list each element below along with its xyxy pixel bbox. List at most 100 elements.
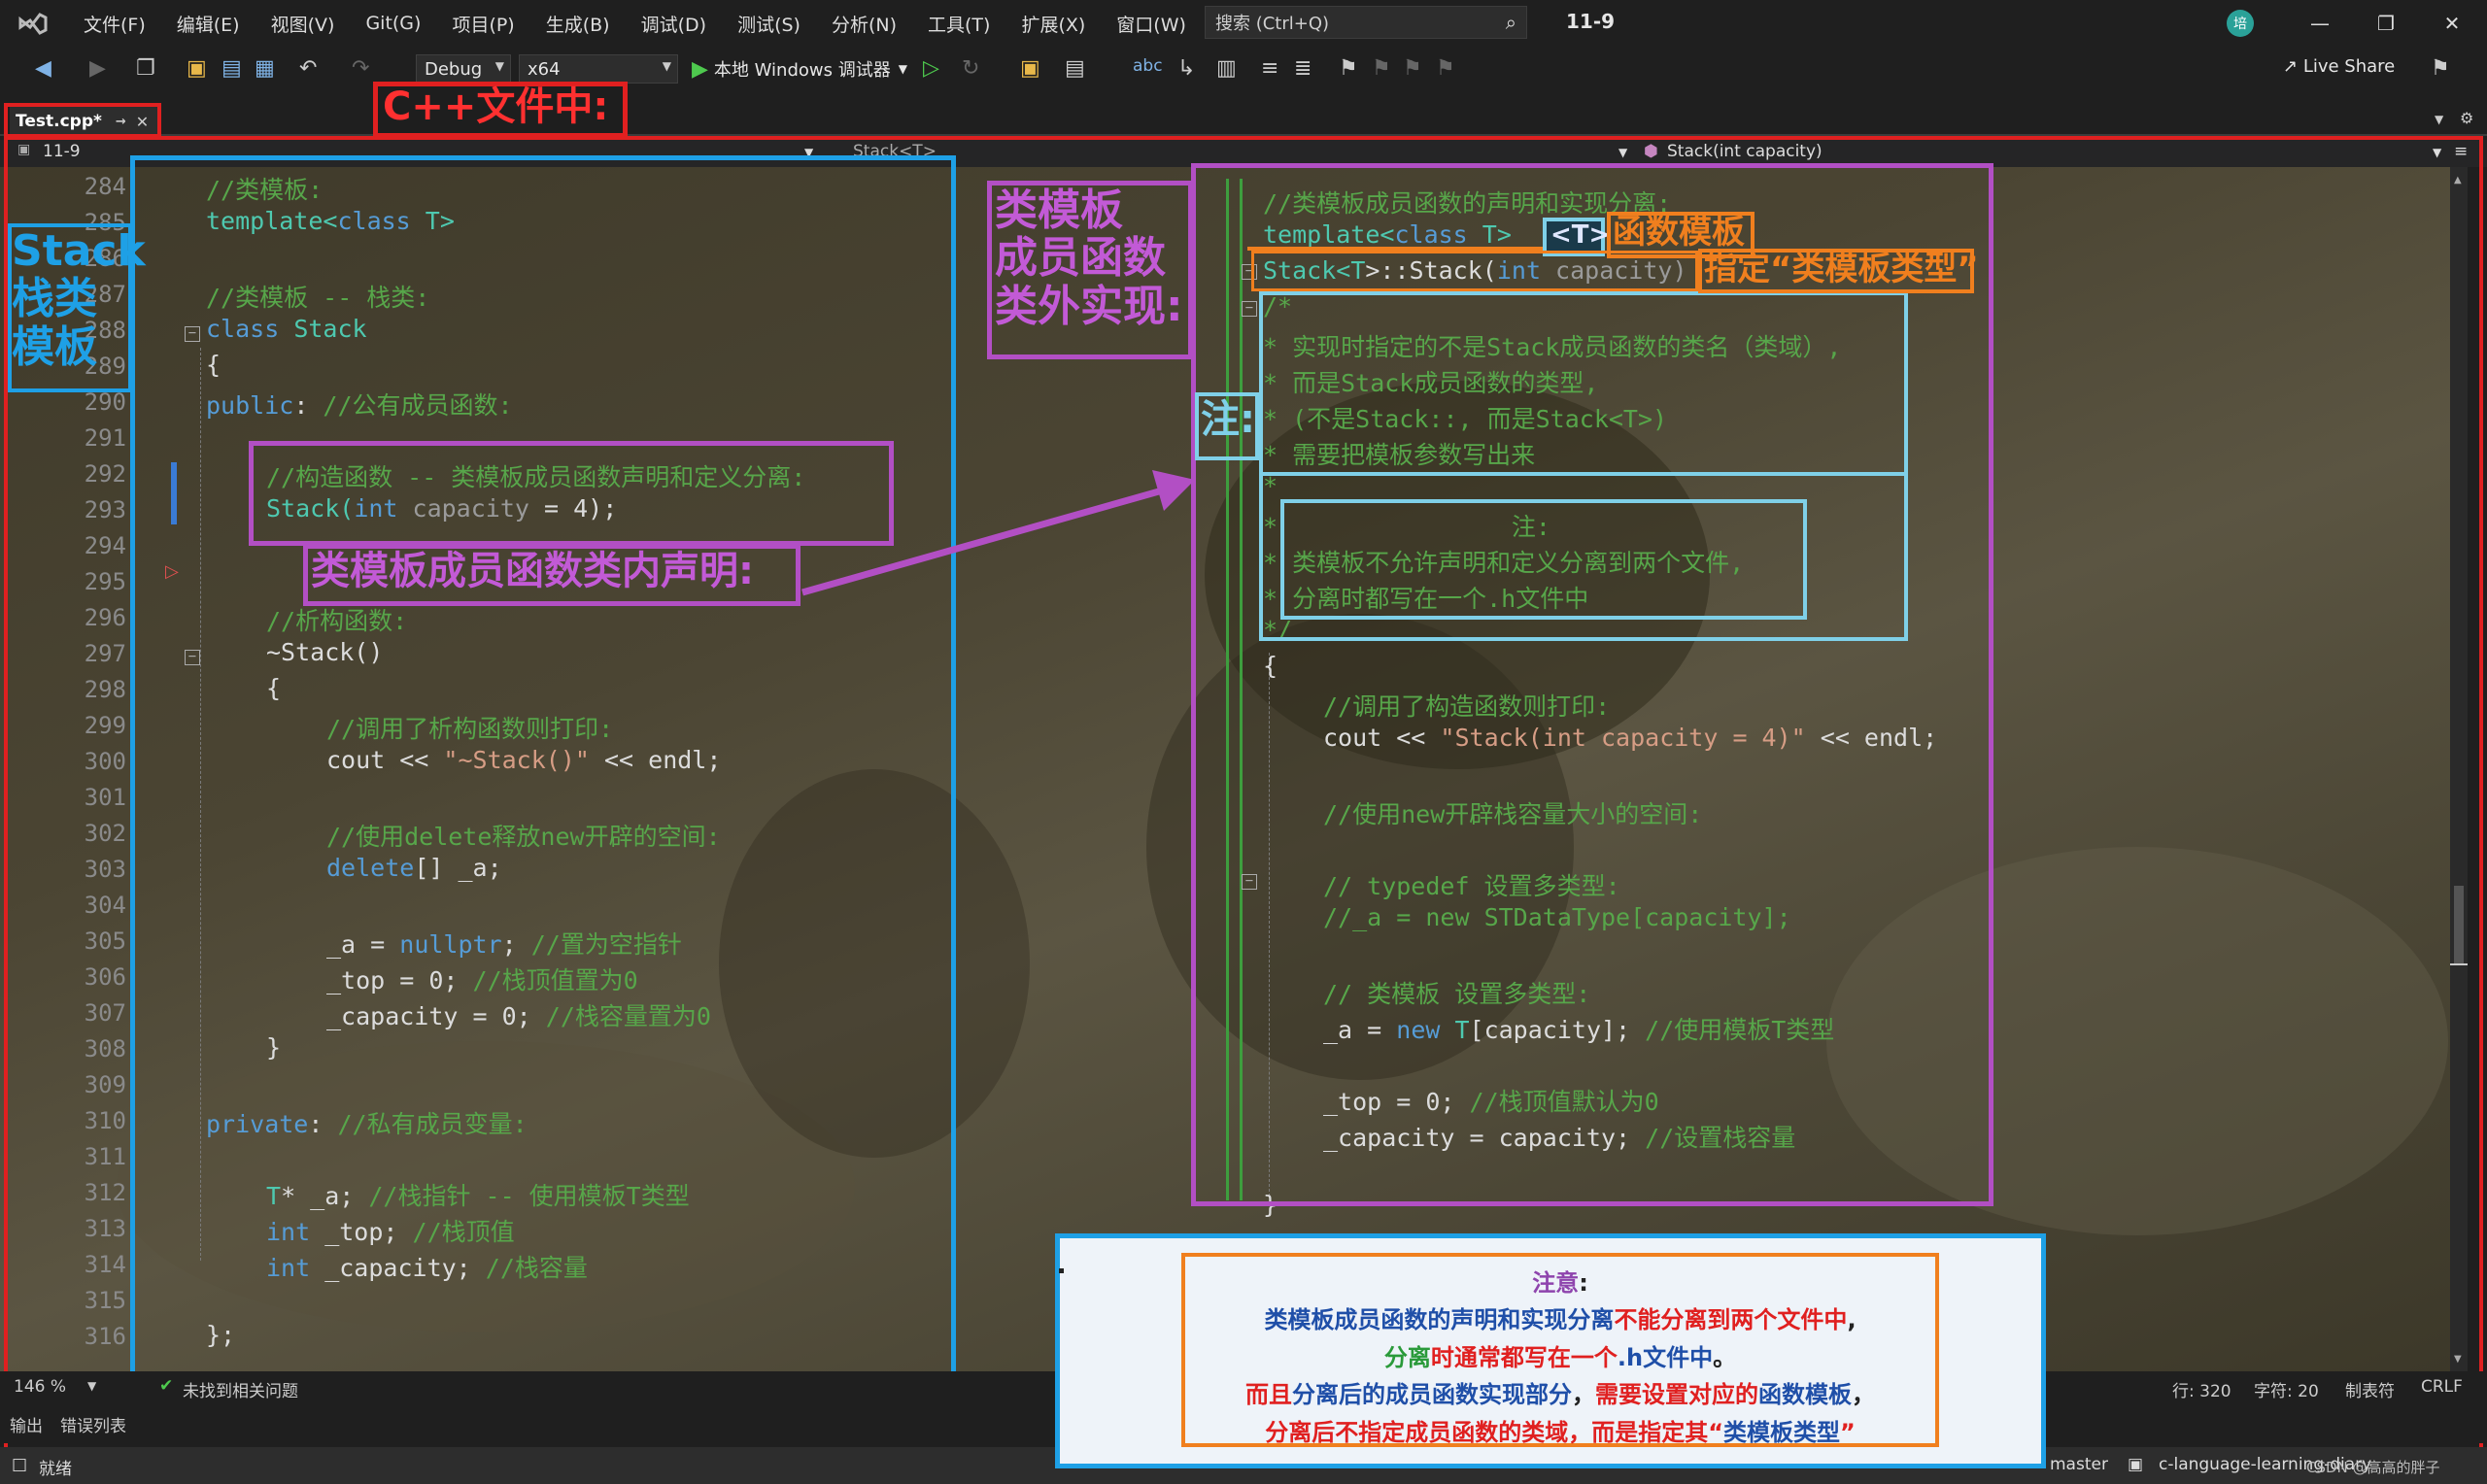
feedback-icon[interactable]: ⚑	[2431, 56, 2450, 81]
note-line-1: 类模板成员函数的声明和实现分离不能分离到两个文件中,	[1185, 1301, 1935, 1338]
prev-bookmark-icon[interactable]: ⚑	[1372, 56, 1391, 81]
redo-icon[interactable]: ↷	[352, 56, 369, 81]
configuration-select[interactable]: Debug ▼	[416, 54, 511, 84]
platform-select[interactable]: x64 ▼	[519, 54, 678, 84]
note-text: 不能分离到两个文件中	[1614, 1306, 1848, 1334]
next-bookmark-icon[interactable]: ⚑	[1403, 56, 1422, 81]
note-text: 。	[1713, 1343, 1737, 1371]
menu-extensions[interactable]: 扩展(X)	[1005, 0, 1101, 47]
note-text: 分离后不指定成员函数的类域	[1265, 1418, 1569, 1446]
chevron-down-icon[interactable]: ▼	[87, 1379, 96, 1393]
tab-error-list[interactable]: 错误列表	[60, 1412, 126, 1436]
play-icon: ▶	[692, 56, 708, 82]
note-text: ，	[1572, 1381, 1595, 1409]
indent-mode[interactable]: 制表符	[2345, 1377, 2395, 1401]
menu-window[interactable]: 窗口(W)	[1101, 0, 1202, 47]
file-note-highlight	[1280, 499, 1807, 620]
restore-icon[interactable]: ❐	[2367, 6, 2405, 41]
avatar[interactable]: 培	[2227, 10, 2254, 37]
menu-project[interactable]: 项目(P)	[436, 0, 529, 47]
note-box: 注意: 类模板成员函数的声明和实现分离不能分离到两个文件中, 分离时通常都写在一…	[1181, 1253, 1939, 1447]
note-line-3: 而且分离后的成员函数实现部分，需要设置对应的函数模板，	[1185, 1376, 1935, 1413]
note-text: ”	[1840, 1418, 1856, 1446]
menu-tools[interactable]: 工具(T)	[912, 0, 1005, 47]
note-text: 类模板类型	[1723, 1418, 1840, 1446]
live-share-button[interactable]: ↗ Live Share	[2283, 56, 2395, 77]
zoom-level[interactable]: 146 %	[14, 1377, 66, 1397]
menu-edit[interactable]: 编辑(E)	[161, 0, 256, 47]
note-text: ,	[1847, 1306, 1857, 1334]
platform-value: x64	[528, 58, 561, 80]
stack-template-label: Stack 栈类 模板	[12, 226, 146, 372]
menu-view[interactable]: 视图(V)	[256, 0, 351, 47]
note-title-colon: :	[1579, 1269, 1588, 1297]
save-icon[interactable]: ▤	[221, 56, 242, 81]
back-icon[interactable]: ◀	[35, 56, 51, 81]
search-icon: ⌕	[1505, 11, 1516, 34]
outclass-implementation-label: 类模板 成员函数 类外实现:	[995, 186, 1183, 331]
solution-name: 11-9	[1566, 10, 1616, 33]
line-ending[interactable]: CRLF	[2421, 1377, 2463, 1397]
menu-file[interactable]: 文件(F)	[68, 0, 161, 47]
note-text: 时通常都写在一个	[1430, 1343, 1618, 1371]
visual-studio-window: 文件(F) 编辑(E) 视图(V) Git(G) 项目(P) 生成(B) 调试(…	[0, 0, 2487, 1484]
line-indicator[interactable]: 行: 320	[2172, 1377, 2231, 1401]
menu-git[interactable]: Git(G)	[350, 0, 436, 47]
inclass-declaration-label: 类模板成员函数类内声明:	[311, 549, 754, 593]
note-text: 函数模板	[1758, 1381, 1852, 1409]
note-line-2: 分离时通常都写在一个.h文件中。	[1185, 1339, 1935, 1376]
note-text: 而且	[1245, 1381, 1292, 1409]
note-text: ，而是指定其“	[1568, 1418, 1723, 1446]
menu-debug[interactable]: 调试(D)	[626, 0, 722, 47]
note-text: 需要设置对应的	[1595, 1381, 1758, 1409]
watermark: CSDN @高高的胖子	[2306, 1459, 2440, 1476]
save-all-icon[interactable]: ▦	[255, 56, 275, 81]
menu-test[interactable]: 测试(S)	[722, 0, 816, 47]
note-text: 分离后的成员函数实现部分	[1292, 1381, 1572, 1409]
uncomment-icon[interactable]: ≣	[1294, 56, 1312, 81]
comment-icon[interactable]: ≡	[1261, 56, 1278, 81]
configuration-value: Debug	[425, 58, 483, 80]
menu-analyze[interactable]: 分析(N)	[816, 0, 912, 47]
breakpoint-window-icon[interactable]: ▥	[1216, 56, 1237, 81]
close-icon[interactable]: ✕	[2433, 6, 2471, 41]
layout-icon[interactable]: ▤	[1065, 56, 1085, 81]
gear-icon[interactable]: ⚙	[2460, 109, 2473, 127]
class-definition-highlight	[130, 155, 956, 1381]
start-debugging-button[interactable]: ▶ 本地 Windows 调试器 ▼	[692, 54, 907, 84]
clear-bookmarks-icon[interactable]: ⚑	[1436, 56, 1455, 81]
note-title: 注意:	[1185, 1265, 1935, 1301]
undo-icon[interactable]: ↶	[299, 56, 317, 81]
tab-dropdown-icon[interactable]: ▼	[2435, 113, 2443, 126]
minimize-icon[interactable]: —	[2300, 6, 2339, 41]
bookmark-icon[interactable]: ⚑	[1339, 56, 1358, 81]
spellcheck-icon[interactable]: abc	[1133, 56, 1163, 76]
t-tag-label: <T>	[1550, 220, 1611, 250]
search-placeholder: 搜索 (Ctrl+Q)	[1215, 14, 1330, 34]
menu-build[interactable]: 生成(B)	[530, 0, 626, 47]
issues-status[interactable]: 未找到相关问题	[183, 1377, 298, 1401]
note-line-4: 分离后不指定成员函数的类域，而是指定其“类模板类型”	[1185, 1414, 1935, 1451]
step-icon[interactable]: ↳	[1177, 56, 1195, 81]
visual-studio-logo-icon[interactable]	[14, 9, 52, 38]
branch-name[interactable]: master	[2050, 1455, 2108, 1474]
tab-output[interactable]: 输出	[10, 1412, 43, 1436]
function-template-label: 函数模板	[1613, 213, 1745, 252]
solution-explorer-icon[interactable]: ▣	[1020, 56, 1040, 81]
forward-icon[interactable]: ▶	[89, 56, 106, 81]
open-folder-icon[interactable]: ▣	[187, 56, 207, 81]
new-item-icon[interactable]: ❐	[136, 56, 155, 81]
column-indicator[interactable]: 字符: 20	[2254, 1377, 2319, 1401]
bullet-dot	[1059, 1268, 1064, 1273]
status-icon: □	[12, 1455, 28, 1474]
start-without-debugging-icon[interactable]: ▷	[923, 56, 939, 81]
check-icon: ✔	[159, 1376, 174, 1396]
note-text: 类模板成员函数的声明和实现分离	[1264, 1306, 1615, 1334]
run-label: 本地 Windows 调试器	[713, 60, 891, 81]
note-title-text: 注意	[1532, 1269, 1580, 1297]
chevron-down-icon: ▼	[662, 59, 671, 73]
share-icon: ↗	[2283, 56, 2299, 77]
hot-reload-icon[interactable]: ↻	[962, 56, 979, 81]
search-input[interactable]: 搜索 (Ctrl+Q) ⌕	[1205, 6, 1527, 39]
live-share-label: Live Share	[2302, 56, 2396, 77]
